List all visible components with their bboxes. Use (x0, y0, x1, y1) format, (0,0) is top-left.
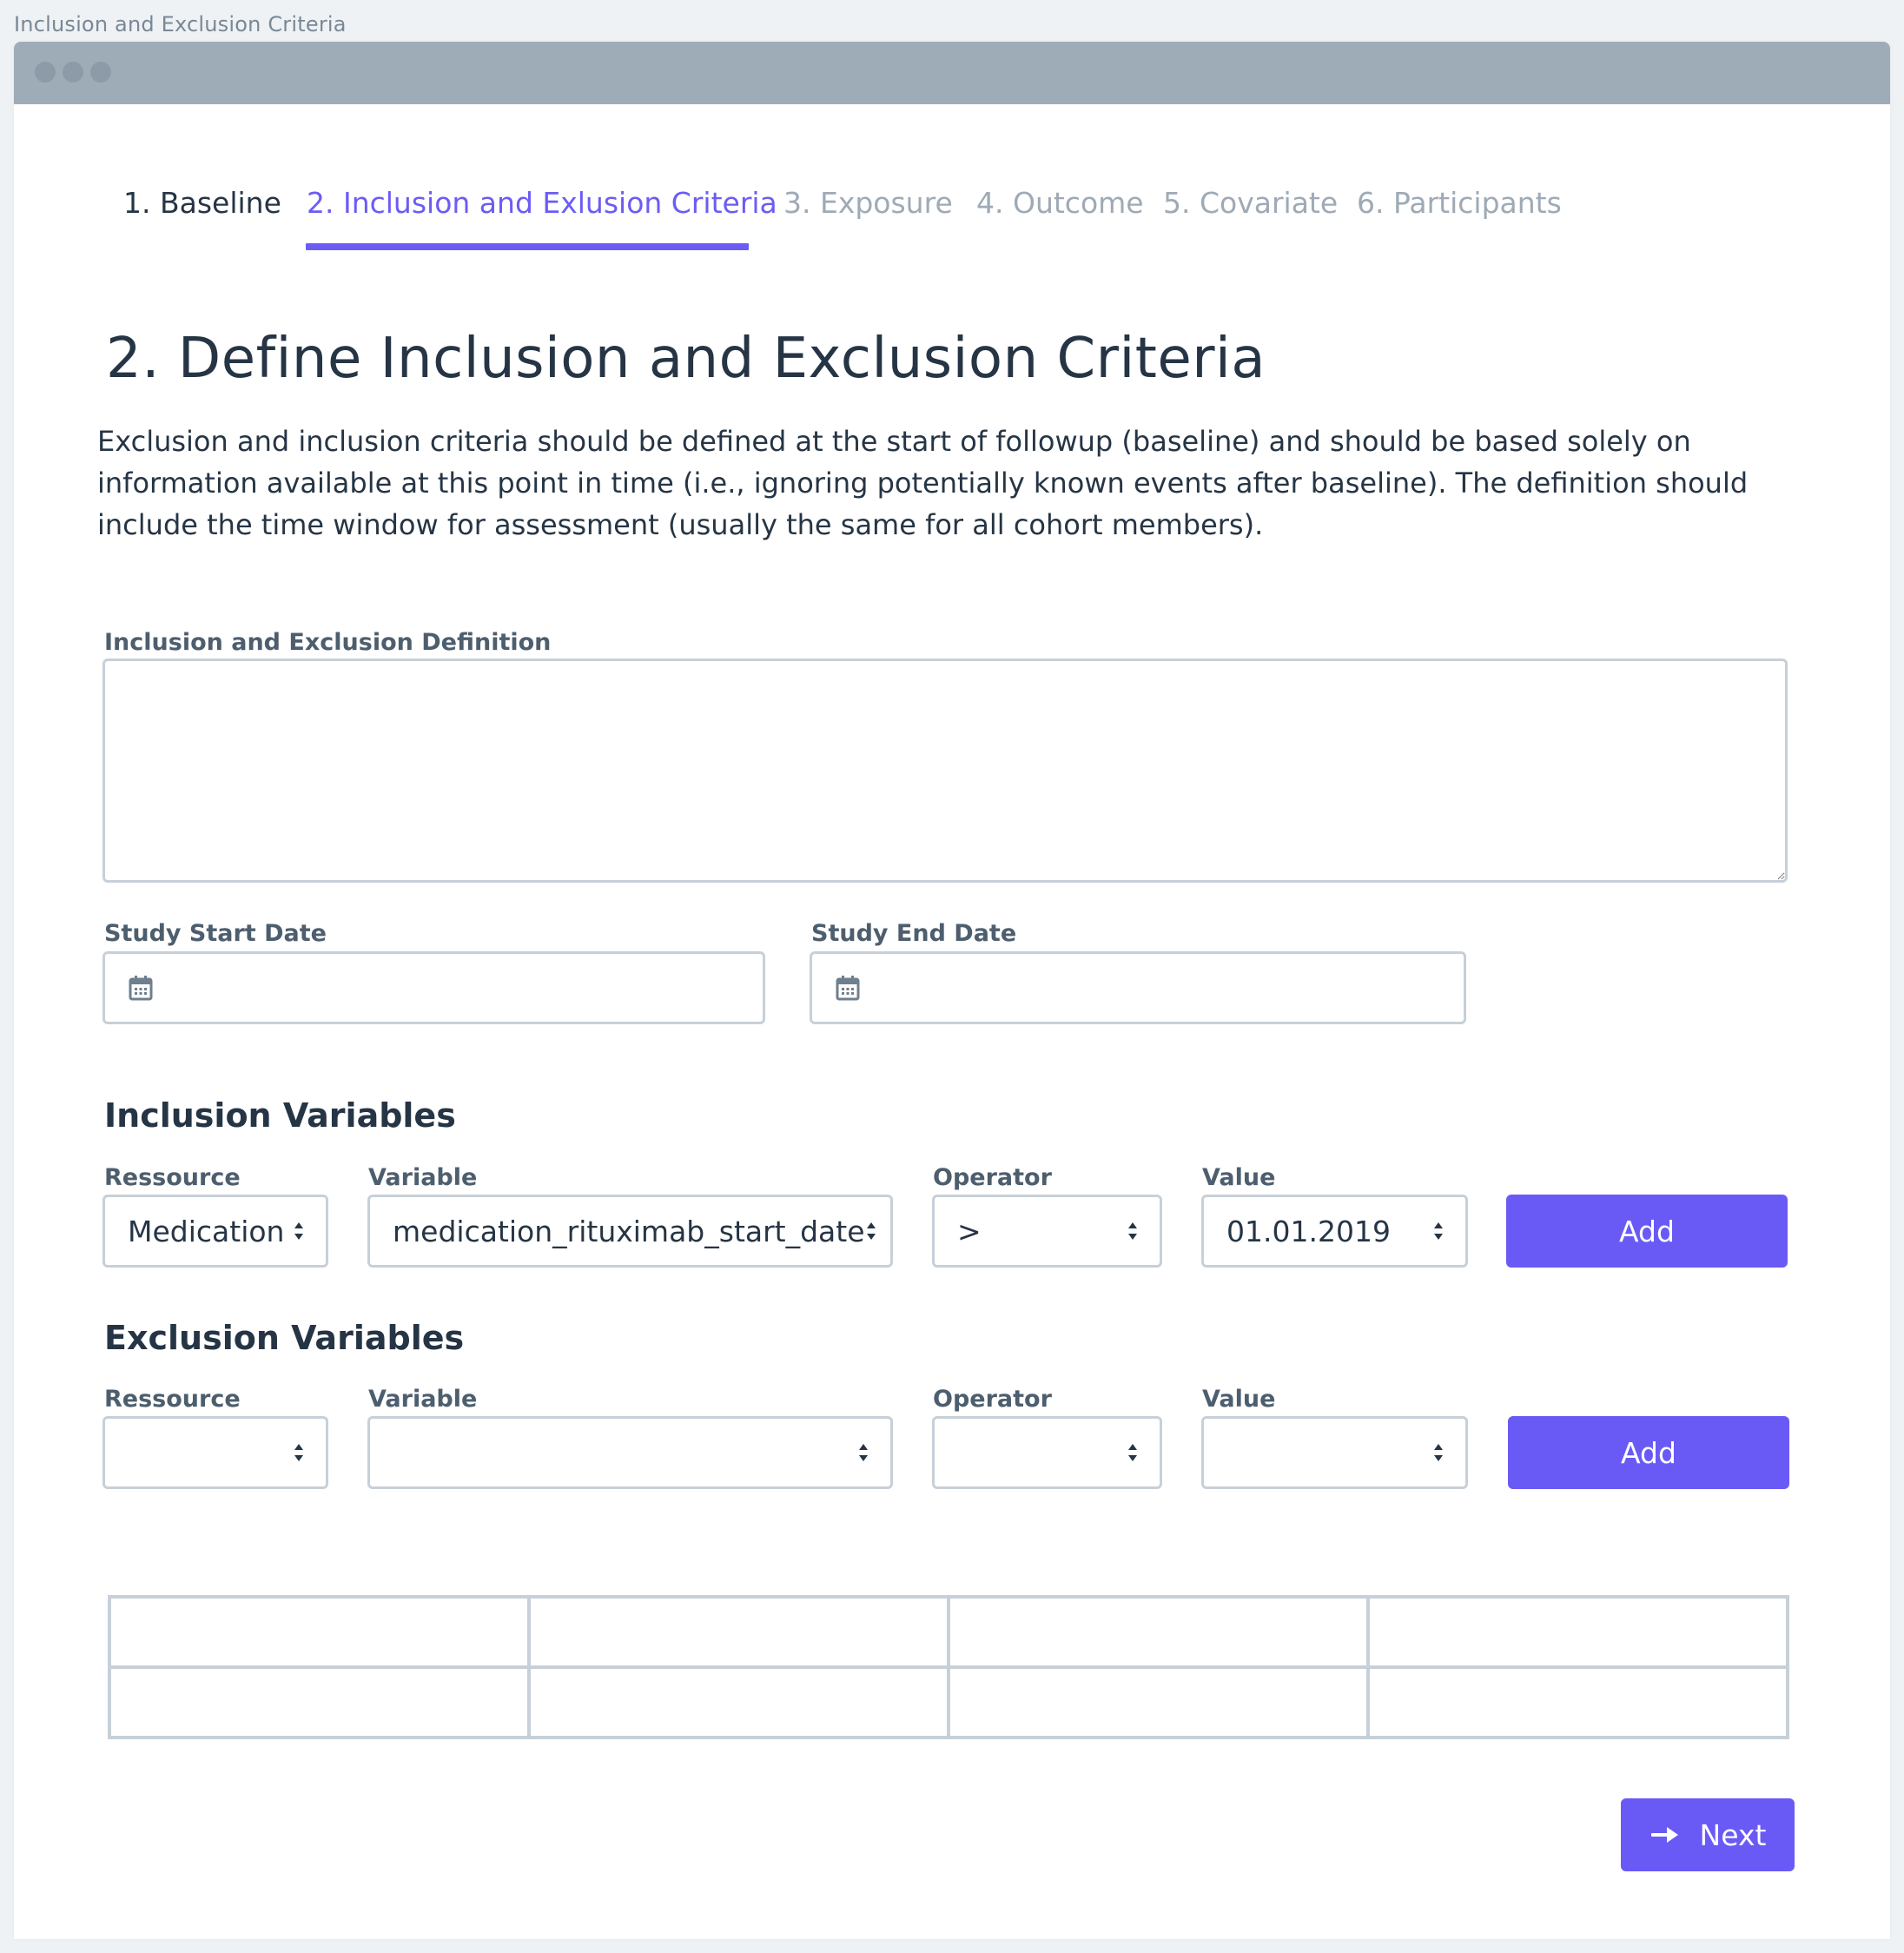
table-cell (527, 1595, 950, 1669)
exclusion-variables-heading: Exclusion Variables (104, 1319, 465, 1357)
table-cell (1366, 1595, 1789, 1669)
inclusion-resource-label: Ressource (104, 1164, 241, 1191)
section-heading: 2. Define Inclusion and Exclusion Criter… (106, 327, 1266, 391)
section-description: Exclusion and inclusion criteria should … (97, 425, 1749, 541)
inclusion-variable-select[interactable]: medication_rituximab_start_date (367, 1195, 893, 1268)
end-date-label: Study End Date (811, 920, 1017, 947)
sort-arrows-icon (859, 1444, 868, 1461)
tab-baseline[interactable]: 1. Baseline (123, 186, 281, 220)
exclusion-value-label: Value (1202, 1386, 1276, 1413)
table-cell (1366, 1665, 1789, 1739)
tab-covariate[interactable]: 5. Covariate (1163, 186, 1338, 220)
inclusion-add-button[interactable]: Add (1506, 1195, 1788, 1268)
tab-participants[interactable]: 6. Participants (1357, 186, 1562, 220)
tab-exposure[interactable]: 3. Exposure (783, 186, 953, 220)
page-title: Inclusion and Exclusion Criteria (14, 12, 347, 36)
sort-arrows-icon (1434, 1444, 1443, 1461)
calendar-icon (836, 976, 860, 1001)
inclusion-operator-value: > (957, 1214, 982, 1248)
window-titlebar (14, 42, 1890, 104)
exclusion-resource-label: Ressource (104, 1386, 241, 1413)
table-cell (527, 1665, 950, 1739)
table-cell (947, 1595, 1370, 1669)
exclusion-resource-select[interactable] (102, 1416, 328, 1489)
sort-arrows-icon (866, 1222, 876, 1240)
table-row (108, 1665, 1789, 1739)
window-control-dot[interactable] (90, 62, 111, 83)
next-button-label: Next (1699, 1817, 1767, 1852)
definition-label: Inclusion and Exclusion Definition (104, 629, 552, 656)
arrow-right-icon (1650, 1827, 1678, 1843)
table-cell (108, 1665, 531, 1739)
start-date-input[interactable] (102, 951, 765, 1024)
inclusion-variable-label: Variable (368, 1164, 478, 1191)
inclusion-operator-label: Operator (933, 1164, 1052, 1191)
exclusion-value-select[interactable] (1201, 1416, 1468, 1489)
window-control-dot[interactable] (63, 62, 83, 83)
table-row (108, 1595, 1789, 1669)
active-tab-indicator (306, 243, 749, 250)
table-cell (108, 1595, 531, 1669)
inclusion-value-select[interactable]: 01.01.2019 (1201, 1195, 1468, 1268)
exclusion-variable-label: Variable (368, 1386, 478, 1413)
exclusion-add-button[interactable]: Add (1508, 1416, 1789, 1489)
end-date-input[interactable] (810, 951, 1466, 1024)
tab-inclusion-exclusion[interactable]: 2. Inclusion and Exlusion Criteria (307, 186, 777, 220)
sort-arrows-icon (1128, 1222, 1137, 1240)
sort-arrows-icon (1128, 1444, 1137, 1461)
table-cell (947, 1665, 1370, 1739)
sort-arrows-icon (294, 1222, 303, 1240)
exclusion-variable-select[interactable] (367, 1416, 893, 1489)
inclusion-variables-heading: Inclusion Variables (104, 1096, 456, 1135)
calendar-icon (129, 976, 153, 1001)
definition-textarea[interactable] (102, 659, 1788, 883)
window-control-dot[interactable] (35, 62, 56, 83)
sort-arrows-icon (1434, 1222, 1443, 1240)
inclusion-variable-value: medication_rituximab_start_date (393, 1214, 865, 1248)
inclusion-resource-value: Medication (128, 1214, 285, 1248)
inclusion-value-value: 01.01.2019 (1226, 1214, 1391, 1248)
sort-arrows-icon (294, 1444, 303, 1461)
criteria-table (108, 1595, 1789, 1739)
inclusion-operator-select[interactable]: > (932, 1195, 1162, 1268)
inclusion-resource-select[interactable]: Medication (102, 1195, 328, 1268)
next-button[interactable]: Next (1621, 1798, 1795, 1871)
exclusion-operator-select[interactable] (932, 1416, 1162, 1489)
start-date-label: Study Start Date (104, 920, 327, 947)
inclusion-value-label: Value (1202, 1164, 1276, 1191)
tab-outcome[interactable]: 4. Outcome (976, 186, 1144, 220)
exclusion-operator-label: Operator (933, 1386, 1052, 1413)
